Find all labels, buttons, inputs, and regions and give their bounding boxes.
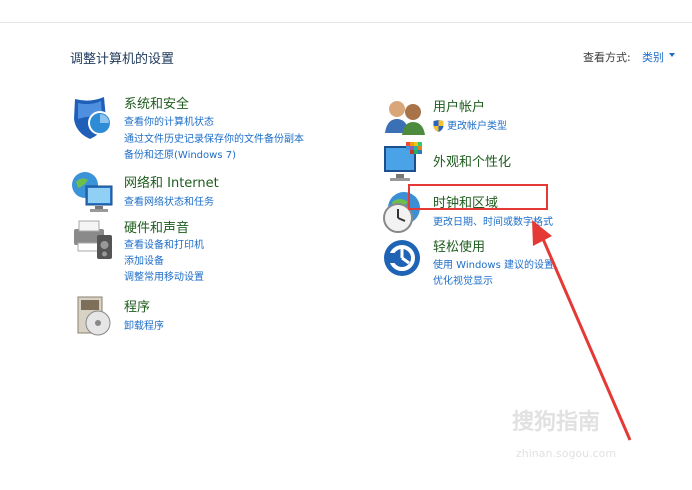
programs-disc-icon[interactable] xyxy=(72,293,118,339)
category-network-internet[interactable]: 网络和 Internet xyxy=(124,172,219,191)
category-programs[interactable]: 程序 xyxy=(124,296,150,315)
category-user-accounts[interactable]: 用户帐户 xyxy=(433,96,485,115)
link-file-history-backup[interactable]: 通过文件历史记录保存你的文件备份副本 xyxy=(124,130,304,145)
link-uninstall-program[interactable]: 卸载程序 xyxy=(124,317,164,332)
admin-shield-icon xyxy=(433,117,444,132)
page-title: 调整计算机的设置 xyxy=(70,52,175,67)
top-divider xyxy=(0,22,692,23)
category-clock-region[interactable]: 时钟和区域 xyxy=(433,192,498,211)
view-by-dropdown[interactable]: 类别 xyxy=(642,49,664,65)
clock-globe-icon[interactable] xyxy=(380,190,426,236)
watermark-url: zhinan.sogou.com xyxy=(516,447,617,460)
link-add-device[interactable]: 添加设备 xyxy=(124,252,164,267)
category-ease-of-access[interactable]: 轻松使用 xyxy=(433,236,485,255)
category-appearance-personalization[interactable]: 外观和个性化 xyxy=(433,151,511,170)
chevron-down-icon[interactable] xyxy=(669,53,675,57)
link-mobility-settings[interactable]: 调整常用移动设置 xyxy=(124,268,204,283)
link-devices-printers[interactable]: 查看设备和打印机 xyxy=(124,236,204,251)
link-change-date-time-format[interactable]: 更改日期、时间或数字格式 xyxy=(433,213,553,228)
link-network-status[interactable]: 查看网络状态和任务 xyxy=(124,193,214,208)
view-by-label: 查看方式: xyxy=(583,51,631,64)
ease-of-access-icon[interactable] xyxy=(382,238,428,284)
category-hardware-sound[interactable]: 硬件和声音 xyxy=(124,217,189,236)
network-globe-icon[interactable] xyxy=(70,170,116,216)
shield-icon[interactable] xyxy=(70,95,116,141)
category-system-security[interactable]: 系统和安全 xyxy=(124,93,189,112)
link-optimize-visual-display[interactable]: 优化视觉显示 xyxy=(433,272,493,287)
printer-speaker-icon[interactable] xyxy=(70,215,116,261)
link-view-computer-status[interactable]: 查看你的计算机状态 xyxy=(124,113,214,128)
link-windows-recommended-settings[interactable]: 使用 Windows 建议的设置 xyxy=(433,256,554,271)
watermark-text: 搜狗指南 xyxy=(512,410,601,435)
user-accounts-icon[interactable] xyxy=(382,95,428,141)
appearance-monitor-icon[interactable] xyxy=(382,140,428,186)
link-backup-restore[interactable]: 备份和还原(Windows 7) xyxy=(124,146,236,161)
link-change-account-type[interactable]: 更改帐户类型 xyxy=(447,117,507,132)
